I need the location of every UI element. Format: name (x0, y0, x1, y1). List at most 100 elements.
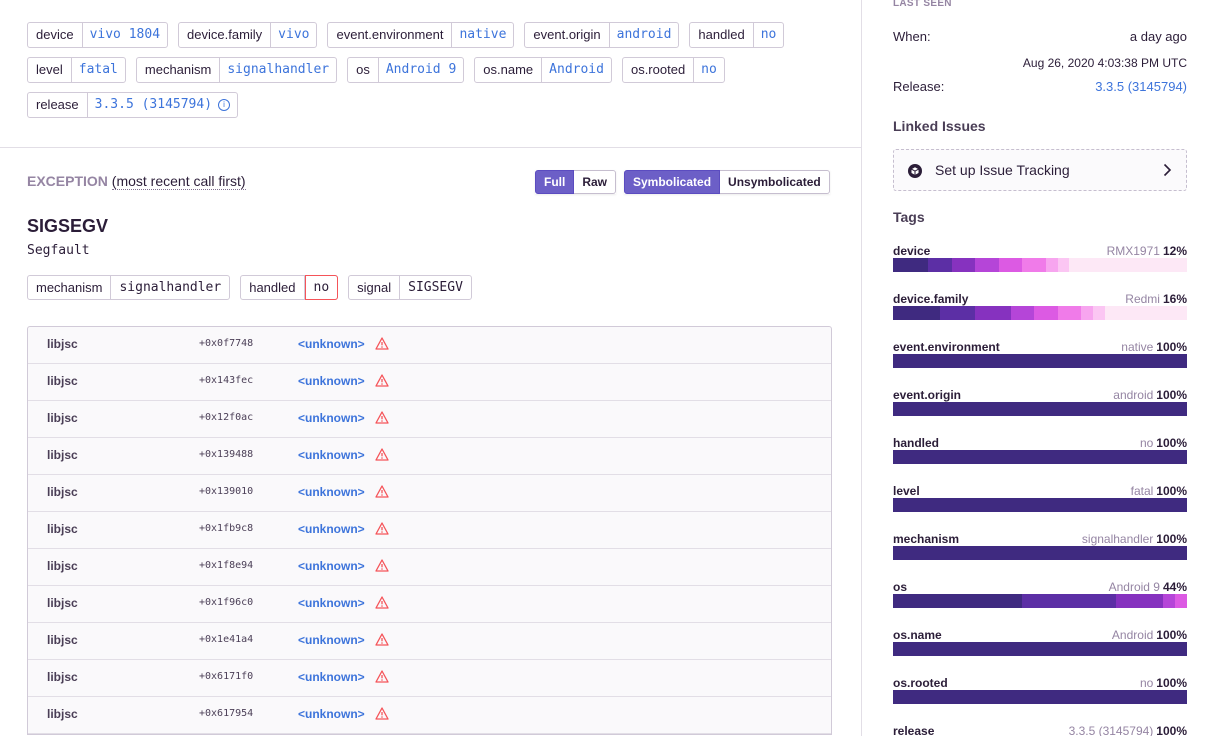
distribution-segment[interactable] (893, 546, 1187, 560)
distribution-segment[interactable] (893, 690, 1187, 704)
warning-icon[interactable] (375, 522, 389, 535)
distribution-segment[interactable] (893, 258, 929, 272)
distribution-segment[interactable] (1175, 594, 1187, 608)
tag-distribution-device[interactable]: device RMX1971 12% (893, 244, 1187, 284)
stack-frame[interactable]: libjsc +0x139010 <unknown> (28, 475, 831, 512)
stack-frame[interactable]: libjsc +0x617954 <unknown> (28, 697, 831, 734)
tag-value[interactable]: no (754, 23, 784, 47)
warning-icon[interactable] (375, 337, 389, 350)
distribution-segment[interactable] (893, 402, 1187, 416)
distribution-segment[interactable] (951, 258, 976, 272)
tag-distribution-os-rooted[interactable]: os.rooted no 100% (893, 676, 1187, 716)
tag-os[interactable]: os Android 9 (347, 57, 465, 83)
full-button[interactable]: Full (535, 170, 575, 194)
distribution-segment[interactable] (893, 594, 1023, 608)
tag-value[interactable]: Android (542, 58, 611, 82)
tag-device-family[interactable]: device.family vivo (178, 22, 318, 48)
distribution-segment[interactable] (1022, 258, 1046, 272)
tag-value[interactable]: vivo (271, 23, 316, 47)
tag-distribution-release[interactable]: release 3.3.5 (3145794) 100% (893, 724, 1187, 736)
stack-frame[interactable]: libjsc +0x6171f0 <unknown> (28, 660, 831, 697)
event-tags: device vivo 1804 device.family vivo event.en… (27, 22, 847, 127)
warning-icon[interactable] (375, 374, 389, 387)
distribution-segment[interactable] (1116, 594, 1164, 608)
distribution-segment[interactable] (1034, 306, 1058, 320)
release-link[interactable]: 3.3.5 (3145794) (1095, 79, 1187, 94)
distribution-segment[interactable] (928, 258, 952, 272)
distribution-segment[interactable] (1057, 258, 1070, 272)
distribution-segment[interactable] (1081, 306, 1093, 320)
warning-icon[interactable] (375, 559, 389, 572)
distribution-segment[interactable] (893, 642, 1187, 656)
stack-frame[interactable]: libjsc +0x143fec <unknown> (28, 364, 831, 401)
stack-frame[interactable]: libjsc +0x12f0ac <unknown> (28, 401, 831, 438)
distribution-segment[interactable] (893, 354, 1187, 368)
exception-subtitle[interactable]: (most recent call first) (111, 173, 246, 190)
tag-distribution-device-family[interactable]: device.family Redmi 16% (893, 292, 1187, 332)
tag-value[interactable]: android (610, 23, 679, 47)
tag-value[interactable]: Android 9 (379, 58, 463, 82)
distribution-segment[interactable] (1163, 594, 1176, 608)
tag-value[interactable]: vivo 1804 (83, 23, 167, 47)
tag-distribution-event-environment[interactable]: event.environment native 100% (893, 340, 1187, 380)
symbolicated-button[interactable]: Symbolicated (624, 170, 721, 194)
warning-icon[interactable] (375, 707, 389, 720)
distribution-segment[interactable] (1022, 594, 1117, 608)
distribution-segment[interactable] (998, 258, 1023, 272)
stack-frame[interactable]: libjsc +0x139488 <unknown> (28, 438, 831, 475)
raw-button[interactable]: Raw (574, 170, 617, 194)
tag-value[interactable]: signalhandler (220, 58, 336, 82)
tag-distribution-level[interactable]: level fatal 100% (893, 484, 1187, 524)
tag-distribution-os[interactable]: os Android 9 44% (893, 580, 1187, 620)
warning-icon[interactable] (375, 670, 389, 683)
distribution-segment[interactable] (893, 498, 1187, 512)
distribution-segment[interactable] (1045, 258, 1058, 272)
warning-icon[interactable] (375, 596, 389, 609)
distribution-segment[interactable] (1010, 306, 1035, 320)
tag-distribution-top: Android 100% (1112, 628, 1187, 642)
tag-os-rooted[interactable]: os.rooted no (621, 57, 725, 83)
tag-event-origin[interactable]: event.origin android (524, 22, 680, 48)
info-icon[interactable]: i (218, 99, 231, 111)
warning-icon[interactable] (375, 411, 389, 424)
distribution-segment[interactable] (893, 306, 941, 320)
when-value: a day ago (1129, 29, 1187, 44)
stack-frame[interactable]: libjsc +0x1e41a4 <unknown> (28, 623, 831, 660)
tag-value[interactable]: no (694, 58, 724, 82)
tag-handled[interactable]: handled no (689, 22, 785, 48)
tag-mechanism[interactable]: mechanism signalhandler (135, 57, 338, 83)
tag-row: device vivo 1804 device.family vivo event.en… (27, 22, 847, 48)
last-seen-date: Aug 26, 2020 4:03:38 PM UTC (1022, 56, 1187, 70)
tag-level[interactable]: level fatal (27, 57, 126, 83)
tag-key: handled (690, 23, 754, 47)
stack-frame[interactable]: libjsc +0x1fb9c8 <unknown> (28, 512, 831, 549)
distribution-segment[interactable] (975, 306, 1011, 320)
distribution-segment[interactable] (1057, 306, 1082, 320)
tag-os-name[interactable]: os.name Android (474, 57, 612, 83)
tag-value[interactable]: 3.3.5 (3145794) i (88, 93, 237, 117)
tag-device[interactable]: device vivo 1804 (27, 22, 169, 48)
tag-distribution-handled[interactable]: handled no 100% (893, 436, 1187, 476)
distribution-segment[interactable] (940, 306, 976, 320)
tag-distribution-event-origin[interactable]: event.origin android 100% (893, 388, 1187, 428)
stack-frame[interactable]: libjsc +0x1f8e94 <unknown> (28, 549, 831, 586)
distribution-bar (893, 546, 1187, 560)
stack-frame[interactable]: libjsc +0x0f7748 <unknown> (28, 327, 831, 364)
unsymbolicated-button[interactable]: Unsymbolicated (720, 170, 830, 194)
setup-issue-tracking-button[interactable]: Set up Issue Tracking (893, 149, 1187, 191)
tag-event-environment[interactable]: event.environment native (327, 22, 515, 48)
warning-icon[interactable] (375, 633, 389, 646)
warning-icon[interactable] (375, 485, 389, 498)
tag-value[interactable]: native (452, 23, 513, 47)
distribution-segment[interactable] (893, 450, 1187, 464)
distribution-segment[interactable] (1092, 306, 1105, 320)
distribution-segment[interactable] (975, 258, 999, 272)
stack-frame[interactable]: libjsc +0x1f96c0 <unknown> (28, 586, 831, 623)
tag-release[interactable]: release 3.3.5 (3145794) i (27, 92, 239, 118)
frame-function: <unknown> (298, 559, 365, 573)
warning-icon[interactable] (375, 448, 389, 461)
call-order-toggle[interactable]: (most recent call first) (111, 173, 246, 190)
tag-value[interactable]: fatal (72, 58, 125, 82)
tag-distribution-os-name[interactable]: os.name Android 100% (893, 628, 1187, 668)
tag-distribution-mechanism[interactable]: mechanism signalhandler 100% (893, 532, 1187, 572)
